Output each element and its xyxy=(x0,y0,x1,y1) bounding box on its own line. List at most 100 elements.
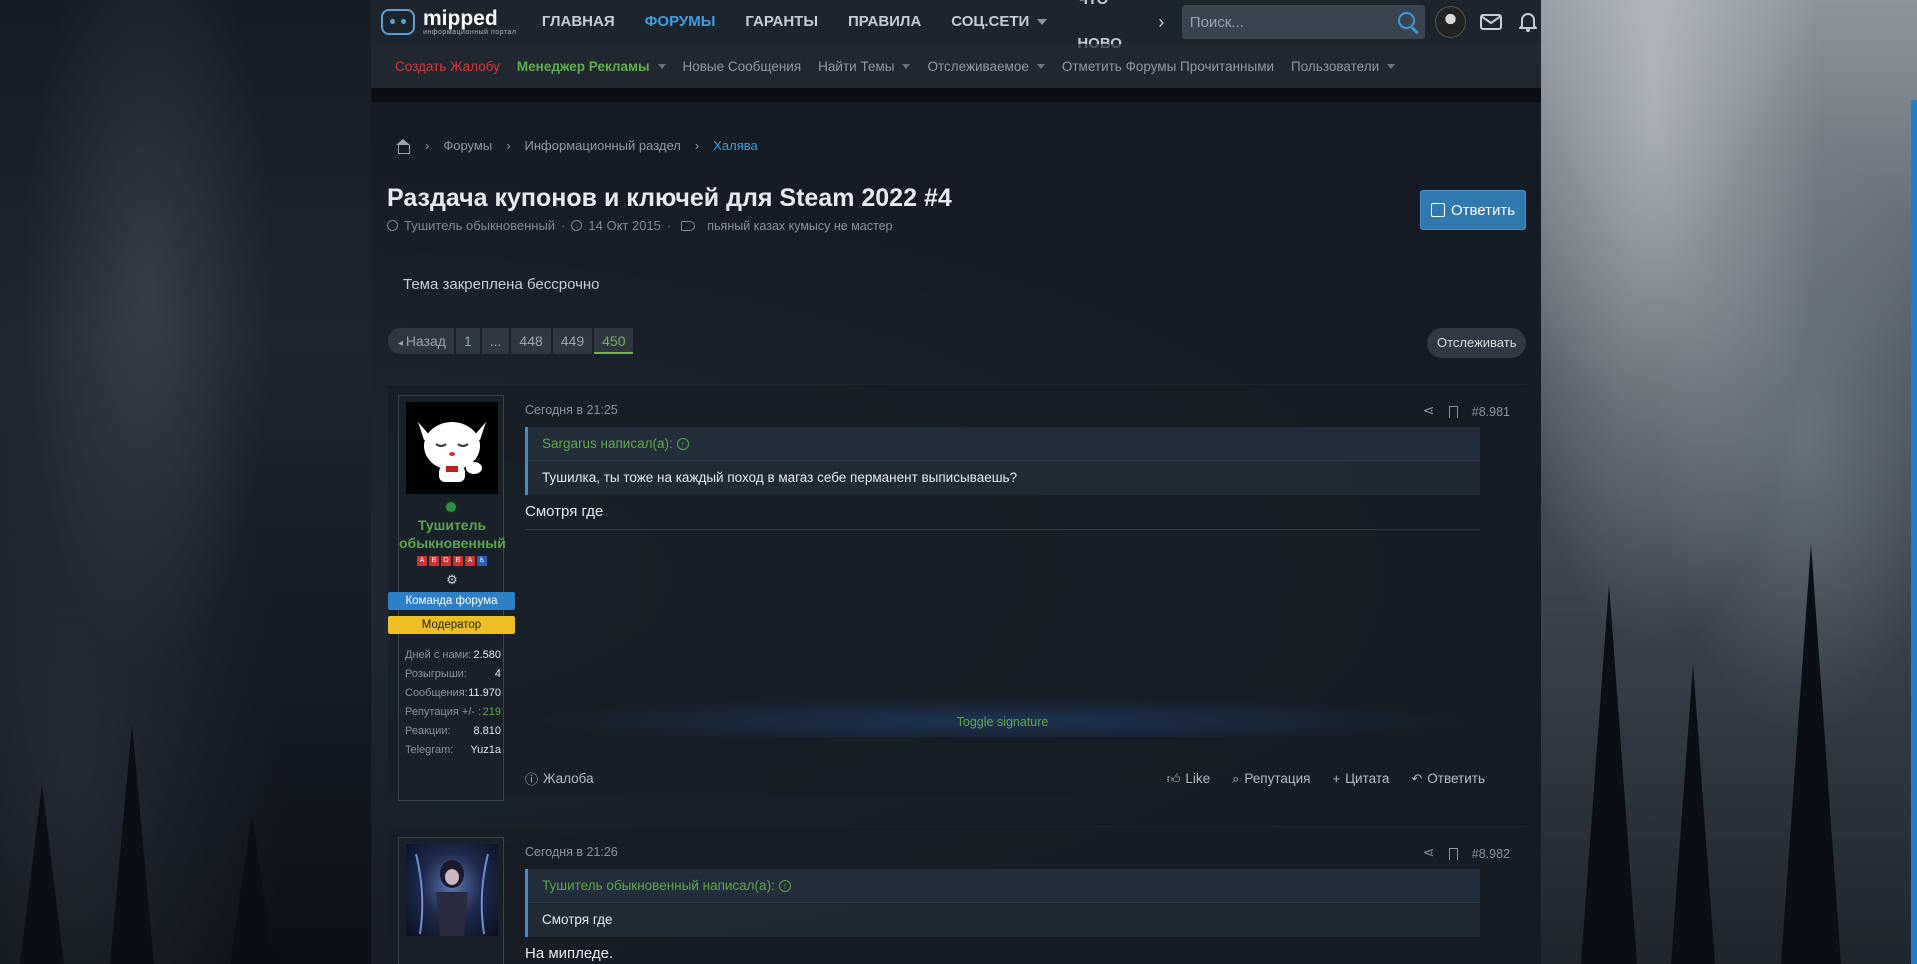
pager-page[interactable]: 448 xyxy=(511,328,551,354)
watch-button[interactable]: Отслеживать xyxy=(1427,328,1527,358)
chevron-right-icon[interactable]: › xyxy=(1158,12,1176,33)
post-time[interactable]: Сегодня в 21:26 xyxy=(525,845,618,859)
subnav-item-label: Отслеживаемое xyxy=(927,58,1029,74)
pager-prev-button[interactable]: ◂ Назад xyxy=(388,328,454,354)
post-number[interactable]: #8.982 xyxy=(1472,847,1510,861)
pager-page[interactable]: 1 xyxy=(455,328,480,354)
user-avatar[interactable] xyxy=(1435,6,1467,38)
nav-item-2[interactable]: ГАРАНТЫ xyxy=(730,0,833,44)
subnav-item-label: Отметить Форумы Прочитанными xyxy=(1061,58,1275,74)
user-info-panel xyxy=(398,837,504,964)
subnav-item-2[interactable]: Новые Сообщения xyxy=(683,59,802,74)
breadcrumb-item-info-section[interactable]: Информационный раздел xyxy=(525,138,681,153)
pager-page[interactable]: 450 xyxy=(594,328,634,354)
share-icon[interactable] xyxy=(1423,844,1435,861)
like-label: Like xyxy=(1185,771,1211,786)
home-icon[interactable] xyxy=(395,138,411,154)
nav-item-label: ПРАВИЛА xyxy=(848,13,922,30)
nav-item-4[interactable]: СОЦ.СЕТИ xyxy=(936,0,1062,44)
tree-silhouette xyxy=(20,784,64,964)
avatar[interactable] xyxy=(406,402,498,494)
reply-button[interactable]: Ответить xyxy=(1420,190,1526,230)
site-logo[interactable]: mipped информационный портал xyxy=(381,8,527,36)
arrow-up-icon[interactable]: ↑ xyxy=(778,880,791,893)
pager-page[interactable]: 449 xyxy=(552,328,593,354)
post-username[interactable]: Тушитель обыкновенный xyxy=(399,517,506,552)
user-badges: А В О В А ♿ xyxy=(417,556,487,566)
nav-item-label: ГЛАВНАЯ xyxy=(541,13,615,30)
signature-divider xyxy=(525,529,1480,530)
top-navigation-bar: mipped информационный портал ГЛАВНАЯ ФОРУ… xyxy=(371,0,1541,52)
tree-silhouette xyxy=(1671,664,1715,964)
chevron-left-icon: ◂ xyxy=(398,338,406,349)
quote-header[interactable]: Тушитель обыкновенный написал(а): ↑ xyxy=(528,869,1480,903)
secondary-nav: Создать Жалобу Менеджер Рекламы Новые Сооб… xyxy=(371,44,1541,88)
thread-tag[interactable]: пьяный казах кумысу не мастер xyxy=(707,219,892,233)
thread-date[interactable]: 14 Окт 2015 xyxy=(588,218,661,233)
tag-icon xyxy=(681,220,696,231)
search-icon[interactable] xyxy=(1397,11,1419,33)
thumbs-up-icon: 👍︎ xyxy=(1166,770,1181,786)
stat-value: 4 xyxy=(494,668,501,680)
bookmark-icon[interactable] xyxy=(1448,406,1458,418)
background-right-scenery xyxy=(1541,0,1917,964)
post-time[interactable]: Сегодня в 21:25 xyxy=(525,403,618,417)
subnav-item-label: Пользователи xyxy=(1291,58,1380,74)
main-nav: ГЛАВНАЯ ФОРУМЫ ГАРАНТЫ ПРАВИЛА СОЦ.СЕТИ ЧТО Н… xyxy=(527,0,1154,52)
nav-item-3[interactable]: ПРАВИЛА xyxy=(833,0,936,44)
user-stats: Дней с нами: 2.580 Розыгрыши: 4 Сообщения: 11… xyxy=(405,646,501,760)
nav-item-5[interactable]: ЧТО НОВО xyxy=(1062,0,1154,52)
quote-text: Тушилка, ты тоже на каждый поход в магаз… xyxy=(542,470,1018,485)
bookmark-icon[interactable] xyxy=(1448,848,1458,860)
envelope-icon[interactable] xyxy=(1478,9,1503,35)
reputation-button[interactable]: ⌕ Репутация xyxy=(1232,771,1310,787)
breadcrumb-item-forums[interactable]: Форумы xyxy=(443,138,492,153)
info-icon: ⓘ xyxy=(525,772,539,787)
clock-icon xyxy=(571,220,583,231)
chevron-right-icon: › xyxy=(425,138,430,153)
plus-icon: + xyxy=(1332,771,1341,786)
chevron-right-icon: › xyxy=(506,138,511,153)
subnav-item-0[interactable]: Создать Жалобу xyxy=(395,59,500,74)
avatar[interactable] xyxy=(406,844,498,936)
toggle-signature-link[interactable]: Toggle signature xyxy=(525,715,1480,729)
edit-icon xyxy=(1430,203,1445,217)
tree-silhouette xyxy=(110,724,154,964)
user-badge: В xyxy=(429,556,439,566)
subnav-item-6[interactable]: Пользователи xyxy=(1291,58,1396,74)
subnav-item-3[interactable]: Найти Темы xyxy=(818,58,911,74)
breadcrumb-current[interactable]: Халява xyxy=(713,138,758,153)
quote-header[interactable]: Sargarus написал(а): ↑ xyxy=(528,427,1480,461)
like-button[interactable]: 👍︎ Like xyxy=(1167,771,1210,787)
subnav-item-5[interactable]: Отметить Форумы Прочитанными xyxy=(1062,59,1274,74)
stat-value: Yuz1a xyxy=(470,744,501,756)
arrow-up-icon[interactable]: ↑ xyxy=(676,438,689,451)
chevron-down-icon xyxy=(1387,63,1396,69)
pinned-notice: Тема закреплена бессрочно xyxy=(403,276,600,293)
nav-item-1[interactable]: ФОРУМЫ xyxy=(630,0,731,44)
subnav-item-4[interactable]: Отслеживаемое xyxy=(927,58,1045,74)
stat-label: Реакции: xyxy=(405,725,451,737)
stat-value: 11.970 xyxy=(468,687,501,699)
quote-label: Цитата xyxy=(1345,771,1390,786)
subnav-item-label: Найти Темы xyxy=(818,58,895,74)
pager-page[interactable]: ... xyxy=(481,328,510,354)
post-footer: ⓘ Жалоба 👍︎ Like ⌕ Репутация + Цитата ↶ … xyxy=(525,769,1485,788)
reply-arrow-icon: ↶ xyxy=(1411,770,1423,786)
bell-icon[interactable] xyxy=(1516,9,1541,35)
thread-author[interactable]: Тушитель обыкновенный xyxy=(404,218,555,233)
nav-item-0[interactable]: ГЛАВНАЯ xyxy=(527,0,630,44)
share-icon[interactable] xyxy=(1423,402,1435,419)
moderator-icon: ⚙ xyxy=(446,572,458,587)
search-input[interactable] xyxy=(1189,13,1390,31)
subnav-item-label: Создать Жалобу xyxy=(395,58,500,74)
stat-row: Репутация +/- :219 xyxy=(405,703,501,722)
post-top-actions: #8.981 xyxy=(1423,402,1510,419)
user-badge: А xyxy=(465,556,475,566)
quote-button[interactable]: + Цитата xyxy=(1332,771,1389,786)
user-icon xyxy=(387,220,398,231)
post-reply-button[interactable]: ↶ Ответить xyxy=(1411,771,1485,787)
report-button[interactable]: ⓘ Жалоба xyxy=(525,769,594,788)
post-number[interactable]: #8.981 xyxy=(1472,405,1510,419)
subnav-item-1[interactable]: Менеджер Рекламы xyxy=(517,59,666,74)
